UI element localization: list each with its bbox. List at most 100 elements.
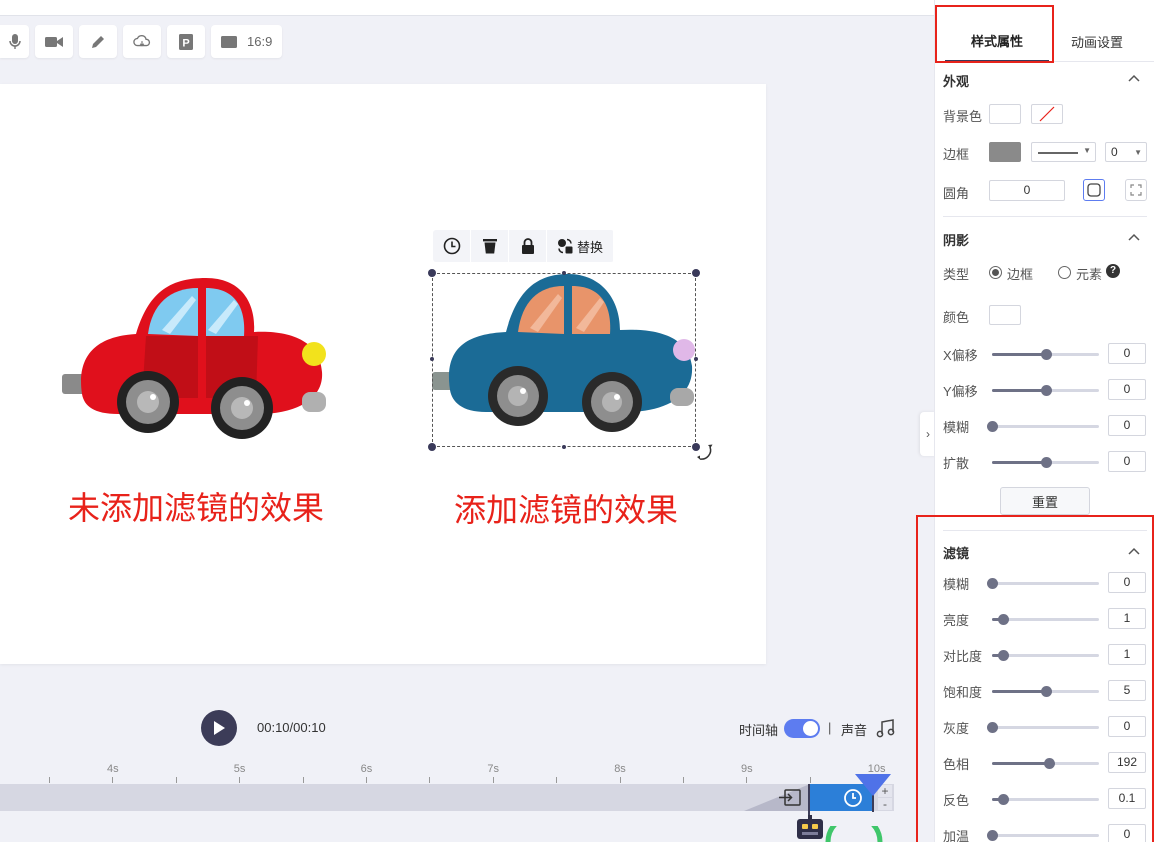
microphone-button[interactable] [0, 25, 29, 58]
delete-button[interactable] [471, 230, 509, 262]
timing-button[interactable] [433, 230, 471, 262]
chevron-down-icon: ▼ [1083, 146, 1091, 155]
expand-icon [1130, 184, 1142, 196]
lock-button[interactable] [509, 230, 547, 262]
border-color-swatch[interactable] [989, 142, 1021, 162]
slider-knob[interactable] [1040, 349, 1052, 360]
border-width-select[interactable]: 0 ▼ [1105, 142, 1147, 162]
zoom-out-button[interactable]: - [878, 798, 892, 810]
ruler-label: 4s [107, 763, 119, 775]
red-car-image[interactable] [58, 274, 330, 446]
resize-handle-bl[interactable] [428, 443, 436, 451]
radio-element[interactable] [1058, 266, 1071, 279]
ruler-tick [112, 777, 114, 783]
rounded-corner-button[interactable] [1083, 179, 1105, 201]
bg-color-swatch[interactable] [989, 104, 1021, 124]
border-style-select[interactable]: ▼ [1031, 142, 1096, 162]
cloud-icon [133, 34, 151, 46]
reset-button[interactable]: 重置 [1000, 487, 1090, 515]
ruler-tick [175, 777, 177, 783]
clip-marker-line [808, 784, 810, 818]
svg-text:P: P [182, 37, 189, 49]
ruler-tick [809, 777, 811, 783]
resize-handle-b[interactable] [562, 445, 566, 449]
lock-icon [521, 238, 534, 254]
chevron-up-icon[interactable] [1127, 231, 1141, 245]
ratio-label: 16:9 [247, 34, 273, 49]
resize-handle-l[interactable] [430, 357, 434, 361]
separator: | [828, 720, 832, 735]
slider-label: 模糊 [943, 420, 970, 435]
resize-handle-r[interactable] [694, 357, 698, 361]
ruler-tick [746, 777, 748, 783]
selection-box[interactable] [428, 269, 700, 451]
tab-animation[interactable]: 动画设置 [1057, 20, 1137, 62]
radio-border[interactable] [989, 266, 1002, 279]
highlight-box-tab [935, 5, 1054, 63]
slider-knob[interactable] [987, 421, 998, 432]
radio-border-label: 边框 [1007, 267, 1034, 282]
border-label: 边框 [943, 147, 970, 162]
play-icon [214, 721, 225, 735]
slider-knob[interactable] [1040, 385, 1052, 396]
cloud-button[interactable] [123, 25, 161, 58]
editor-toolbar: P 16:9 [0, 25, 283, 59]
bg-color-label: 背景色 [943, 109, 983, 124]
timeline-toggle[interactable] [784, 719, 820, 738]
slider-knob[interactable] [1040, 457, 1052, 468]
radius-input[interactable]: 0 [989, 180, 1065, 201]
radius-label: 圆角 [943, 186, 970, 201]
slider-track[interactable] [992, 457, 1099, 468]
timecode: 00:10/00:10 [257, 720, 326, 735]
camera-button[interactable] [35, 25, 73, 58]
progress-ring [825, 826, 883, 842]
microphone-icon [8, 33, 21, 49]
timeline-label: 时间轴 [739, 723, 779, 738]
ruler-label: 5s [233, 763, 246, 775]
chevron-right-icon: › [926, 427, 930, 441]
element-float-toolbar: 替换 [433, 230, 615, 262]
slider-label: X偏移 [943, 348, 978, 363]
chevron-down-icon: ▼ [1134, 148, 1142, 157]
clock-icon [443, 237, 460, 255]
resize-handle-t[interactable] [562, 271, 566, 275]
slider-track[interactable] [992, 349, 1099, 360]
slider-label: 扩散 [943, 456, 970, 471]
camera-icon [45, 36, 63, 47]
rotate-icon[interactable] [694, 443, 714, 463]
top-bar [0, 0, 934, 16]
slider-track[interactable] [987, 421, 1099, 432]
robot-icon[interactable] [796, 815, 824, 839]
highlight-box-filter [916, 515, 1154, 842]
no-color-button[interactable] [1031, 104, 1063, 124]
ruler-label: 9s [741, 763, 753, 775]
resize-handle-tr[interactable] [692, 269, 700, 277]
p-button[interactable]: P [167, 25, 205, 58]
play-button[interactable] [201, 710, 237, 746]
section-divider [943, 216, 1147, 217]
enter-icon[interactable] [779, 789, 801, 806]
resize-handle-tl[interactable] [428, 269, 436, 277]
shadow-color-swatch[interactable] [989, 305, 1021, 325]
slider-value-input[interactable]: 0 [1108, 343, 1146, 364]
ruler-tick [429, 777, 431, 783]
slider-value-input[interactable]: 0 [1108, 379, 1146, 400]
ratio-button[interactable]: 16:9 [211, 25, 283, 58]
slider-track[interactable] [992, 385, 1099, 396]
help-icon[interactable]: ? [1106, 264, 1120, 278]
slider-value-input[interactable]: 0 [1108, 451, 1146, 472]
slider-value-input[interactable]: 0 [1108, 415, 1146, 436]
slider-fill [992, 461, 1046, 464]
ruler-tick [683, 777, 684, 783]
fullscreen-button[interactable] [1125, 179, 1147, 201]
appearance-title: 外观 [943, 74, 970, 89]
replace-label: 替换 [577, 239, 604, 255]
replace-button[interactable]: 替换 [547, 230, 615, 262]
chevron-up-icon[interactable] [1127, 72, 1141, 86]
replace-icon [558, 238, 573, 254]
slider-fill [992, 353, 1046, 356]
playhead-marker[interactable] [855, 774, 891, 796]
pen-button[interactable] [79, 25, 117, 58]
music-icon[interactable] [876, 719, 895, 738]
ruler-tick [302, 777, 304, 783]
